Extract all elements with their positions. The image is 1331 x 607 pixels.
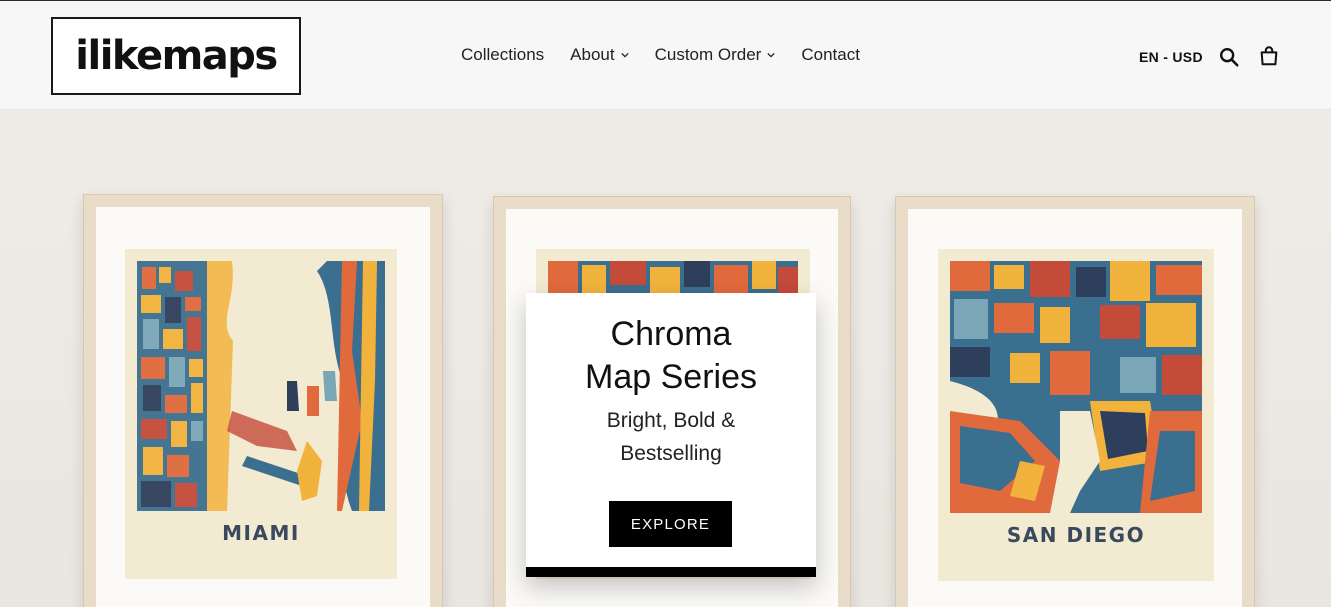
locale-currency-selector[interactable]: EN - USD: [1139, 49, 1203, 65]
site-header: ilikemaps Collections About Custom Order…: [0, 0, 1331, 110]
framed-print-san-diego: SAN DIEGO: [895, 196, 1255, 607]
city-map-illustration: [950, 261, 1202, 513]
chevron-down-icon: [620, 52, 629, 58]
promo-title: Chroma Map Series: [585, 315, 757, 396]
promo-subtitle: Bright, Bold & Bestselling: [606, 409, 736, 465]
nav-item-about[interactable]: About: [570, 45, 629, 65]
city-map-illustration: [137, 261, 385, 511]
promo-accent-bar: [526, 567, 816, 577]
city-name-label: MIAMI: [222, 521, 300, 545]
nav-item-label: Contact: [801, 45, 860, 64]
nav-item-custom-order[interactable]: Custom Order: [655, 45, 776, 65]
nav-item-label: Custom Order: [654, 45, 762, 64]
site-logo[interactable]: ilikemaps: [51, 17, 301, 95]
map-print-san-diego: SAN DIEGO: [938, 249, 1214, 581]
explore-button[interactable]: EXPLORE: [609, 501, 732, 547]
main-nav: Collections About Custom Order Contact: [461, 45, 860, 65]
nav-item-collections[interactable]: Collections: [461, 45, 544, 65]
chevron-down-icon: [767, 52, 775, 58]
nav-item-contact[interactable]: Contact: [801, 45, 860, 65]
city-name-label: SAN DIEGO: [1006, 523, 1146, 547]
cart-icon[interactable]: [1258, 45, 1280, 67]
promo-card: Chroma Map Series Bright, Bold & Bestsel…: [526, 293, 816, 577]
nav-item-label: About: [570, 45, 615, 64]
search-icon[interactable]: [1218, 46, 1240, 68]
framed-print-miami: MIAMI: [83, 194, 443, 607]
map-print-miami: MIAMI: [125, 249, 397, 579]
nav-item-label: Collections: [461, 45, 545, 64]
